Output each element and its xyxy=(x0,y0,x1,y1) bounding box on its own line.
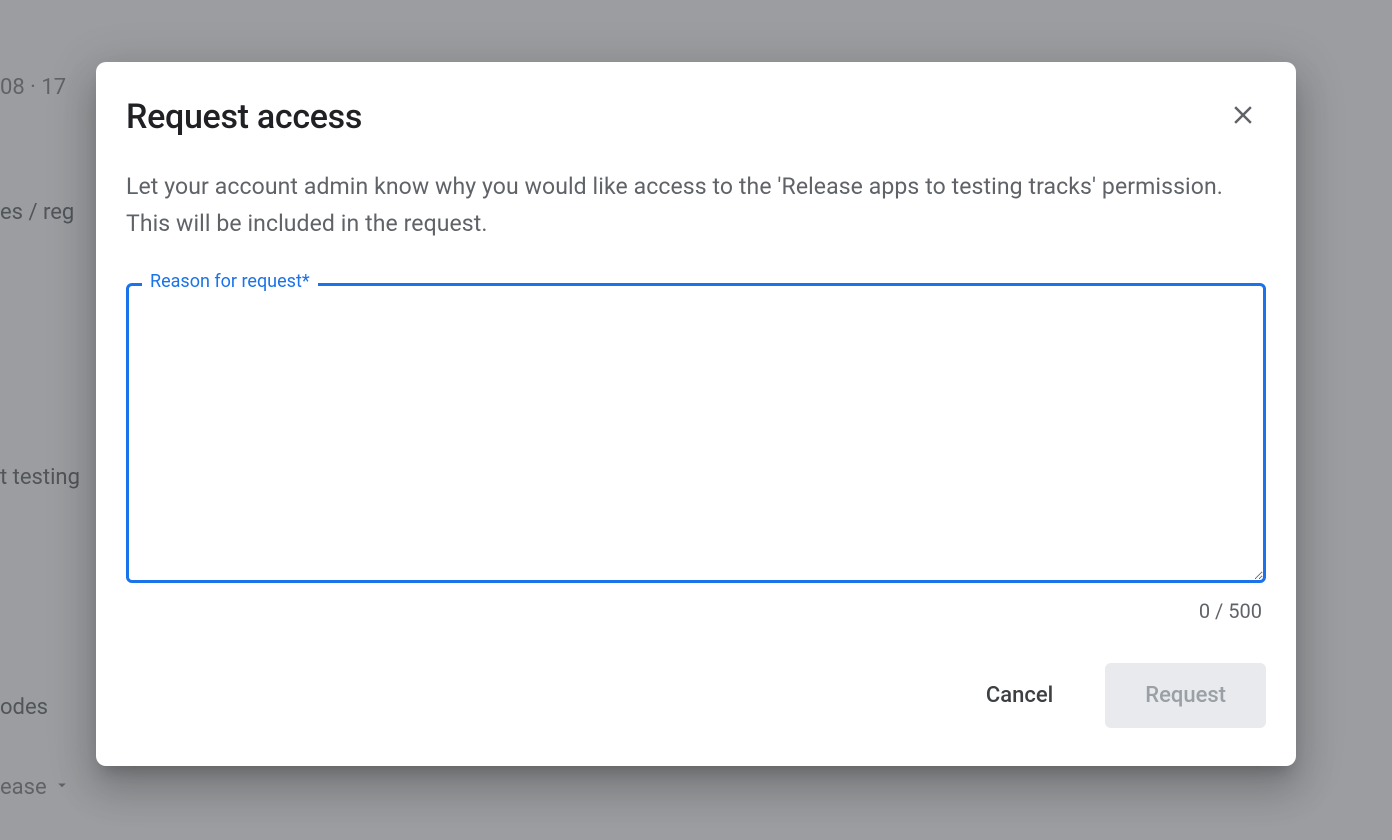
character-counter: 0 / 500 xyxy=(126,599,1266,623)
dialog-header: Request access xyxy=(126,92,1266,141)
dialog-description: Let your account admin know why you woul… xyxy=(126,169,1266,243)
close-icon xyxy=(1228,100,1258,133)
request-access-dialog: Request access Let your account admin kn… xyxy=(96,62,1296,766)
dialog-actions: Cancel Request xyxy=(126,663,1266,736)
textarea-container: Reason for request* xyxy=(126,283,1266,587)
close-button[interactable] xyxy=(1220,92,1266,141)
cancel-button[interactable]: Cancel xyxy=(958,669,1081,722)
request-button[interactable]: Request xyxy=(1105,663,1266,728)
textarea-label: Reason for request* xyxy=(142,271,318,292)
reason-textarea[interactable] xyxy=(126,283,1266,583)
dialog-title: Request access xyxy=(126,97,362,137)
